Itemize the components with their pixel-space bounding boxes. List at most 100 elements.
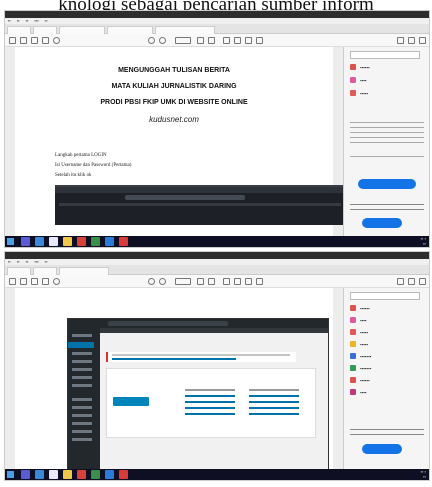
toolbar [5,275,429,288]
tool-export-pdf[interactable]: ▪▪▪▪▪▪ [350,304,426,314]
tab-document-3[interactable] [155,26,215,34]
app-icon[interactable] [77,237,86,246]
highlight-icon[interactable] [245,278,252,285]
tool-combine-files[interactable]: ▪▪▪▪▪▪▪ [350,352,426,362]
menu-item[interactable]: ▪▪▪ [35,259,39,264]
comment-icon[interactable] [223,278,230,285]
comment-icon[interactable] [223,37,230,44]
cursor-icon[interactable] [197,37,204,44]
tool-organize-pages[interactable]: ▪▪▪▪▪▪▪ [350,364,426,374]
promo-button[interactable] [362,444,402,454]
user-icon[interactable] [408,278,415,285]
upload-icon[interactable] [20,37,27,44]
menu-item[interactable]: ▪▪ [8,259,11,264]
print-icon[interactable] [31,278,38,285]
search-icon[interactable] [53,37,60,44]
page-number-field[interactable] [175,37,191,44]
next-page-icon[interactable] [159,278,166,285]
doc-heading-1: MENGUNGGAH TULISAN BERITA [118,67,230,74]
windows-start-icon[interactable] [7,238,14,245]
tool-compress-pdf[interactable]: ▪▪▪▪▪▪ [350,376,426,386]
tool-edit-pdf[interactable]: ▪▪▪▪ [350,76,426,86]
menu-item[interactable]: ▪▪ [45,259,48,264]
app-icon[interactable] [49,237,58,246]
menu-item[interactable]: ▪▪▪ [35,18,39,23]
tab-home[interactable] [7,267,31,275]
export-pdf-icon [350,64,356,70]
print-icon[interactable] [31,37,38,44]
app-icon[interactable] [91,237,100,246]
tool-comment[interactable]: ▪▪▪▪▪ [350,340,426,350]
windows-start-icon[interactable] [7,471,14,478]
search-icon[interactable] [53,278,60,285]
upload-icon[interactable] [20,278,27,285]
app-icon[interactable] [105,470,114,479]
sign-icon[interactable] [256,37,263,44]
compress-pdf-icon [350,377,356,383]
user-icon[interactable] [408,37,415,44]
menu-item[interactable]: ▪▪ [26,18,29,23]
save-icon[interactable] [9,278,16,285]
tools-search-input[interactable] [350,292,420,300]
menu-item[interactable]: ▪▪ [45,18,48,23]
tab-home[interactable] [7,26,31,34]
menu-item[interactable]: ▪▪ [17,259,20,264]
hand-icon[interactable] [208,278,215,285]
menu-item[interactable]: ▪▪ [8,18,11,23]
tab-document-2[interactable] [107,26,153,34]
app-icon[interactable] [49,470,58,479]
tools-search-input[interactable] [350,51,420,59]
app-icon[interactable] [35,237,44,246]
app-icon[interactable] [77,470,86,479]
sign-icon[interactable] [256,278,263,285]
mail-icon[interactable] [42,37,49,44]
prev-page-icon[interactable] [148,37,155,44]
app-icon[interactable] [35,470,44,479]
sign-in-icon[interactable] [419,278,426,285]
tab-document-1[interactable] [59,26,105,34]
tool-export-pdf[interactable]: ▪▪▪▪▪▪ [350,63,426,73]
promo-button[interactable] [362,218,402,228]
tool-redact[interactable]: ▪▪▪▪ [350,388,426,398]
prev-page-icon[interactable] [148,278,155,285]
hand-icon[interactable] [208,37,215,44]
document-area [5,288,343,470]
doc-website: kudusnet.com [149,115,199,124]
tool-create-pdf[interactable]: ▪▪▪▪▪ [350,89,426,99]
start-free-trial-button[interactable] [358,179,416,189]
app-icon[interactable] [105,237,114,246]
save-icon[interactable] [9,37,16,44]
tool-create-pdf[interactable]: ▪▪▪▪▪ [350,328,426,338]
customize-site-button[interactable] [113,397,149,406]
menu-item[interactable]: ▪▪ [17,18,20,23]
tab-tools[interactable] [33,267,57,275]
next-page-icon[interactable] [159,37,166,44]
pen-icon[interactable] [234,278,241,285]
share-icon[interactable] [397,37,404,44]
tools-side-pane: ▪▪▪▪▪▪ ▪▪▪▪ ▪▪▪▪▪ [343,47,429,236]
create-pdf-panel-title [350,107,426,117]
search-app-icon[interactable] [21,470,30,479]
page-number-field[interactable] [175,278,191,285]
edit-pdf-icon [350,317,356,323]
sign-in-icon[interactable] [419,37,426,44]
menu-item[interactable]: ▪▪ [26,259,29,264]
file-explorer-icon[interactable] [63,470,72,479]
highlight-icon[interactable] [245,37,252,44]
promo-text [350,428,424,438]
tool-edit-pdf[interactable]: ▪▪▪▪ [350,316,426,326]
pen-icon[interactable] [234,37,241,44]
tab-tools[interactable] [33,26,57,34]
search-app-icon[interactable] [21,237,30,246]
app-icon[interactable] [91,470,100,479]
share-icon[interactable] [397,278,404,285]
file-explorer-icon[interactable] [63,237,72,246]
acrobat-icon[interactable] [119,470,128,479]
doc-step-2: Isi Username dan Password (Pertama) [55,163,132,168]
wp-update-notice [106,352,296,362]
tab-document[interactable] [59,267,109,275]
mail-icon[interactable] [42,278,49,285]
cursor-icon[interactable] [197,278,204,285]
acrobat-icon[interactable] [119,237,128,246]
wp-admin-sidebar [68,328,100,469]
